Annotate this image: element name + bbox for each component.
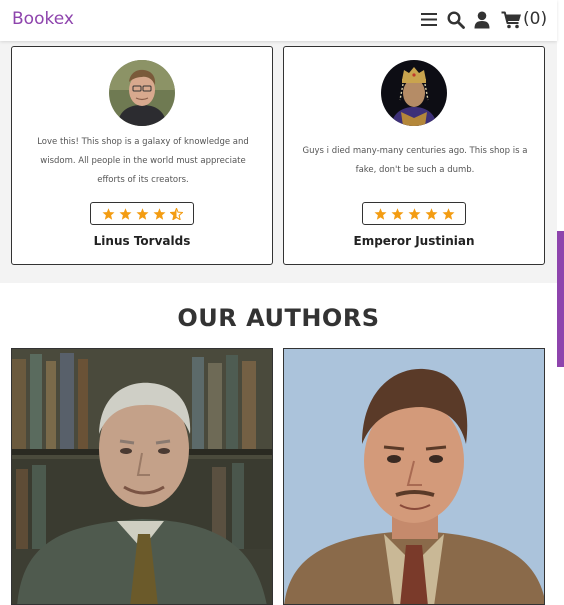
star-icon [102, 207, 114, 220]
review-card: Guys i died many-many centuries ago. Thi… [283, 46, 545, 265]
author-photo[interactable] [283, 348, 545, 605]
star-half-icon [169, 207, 183, 220]
star-icon [136, 207, 148, 220]
star-icon [425, 207, 437, 220]
star-icon [408, 207, 420, 220]
star-icon [119, 207, 131, 220]
star-icon [391, 207, 403, 220]
reviewer-name: Emperor Justinian [353, 234, 475, 248]
cart-count[interactable]: (0) [523, 9, 547, 29]
review-card: Love this! This shop is a galaxy of know… [11, 46, 273, 265]
menu-icon[interactable] [421, 12, 437, 27]
site-logo[interactable]: Bookex [12, 9, 74, 29]
reviews-section: Love this! This shop is a galaxy of know… [0, 41, 557, 283]
site-header: Bookex (0) [0, 0, 557, 41]
cart-icon[interactable] [501, 11, 522, 29]
star-icon [153, 207, 165, 220]
reviewer-name: Linus Torvalds [93, 234, 191, 248]
author-photo[interactable] [11, 348, 273, 605]
review-rating [362, 202, 466, 225]
review-rating [90, 202, 194, 225]
star-icon [442, 207, 454, 220]
review-text: Guys i died many-many centuries ago. Thi… [302, 146, 528, 175]
authors-section: OUR AUTHORS [0, 283, 557, 605]
section-title: OUR AUTHORS [177, 304, 380, 332]
search-icon[interactable] [447, 11, 465, 29]
user-icon[interactable] [474, 11, 490, 29]
review-text: Love this! This shop is a galaxy of know… [37, 137, 249, 185]
scrollbar-thumb[interactable] [557, 231, 564, 367]
star-icon [374, 207, 386, 220]
reviewer-avatar [109, 60, 175, 126]
reviewer-avatar [381, 60, 447, 126]
